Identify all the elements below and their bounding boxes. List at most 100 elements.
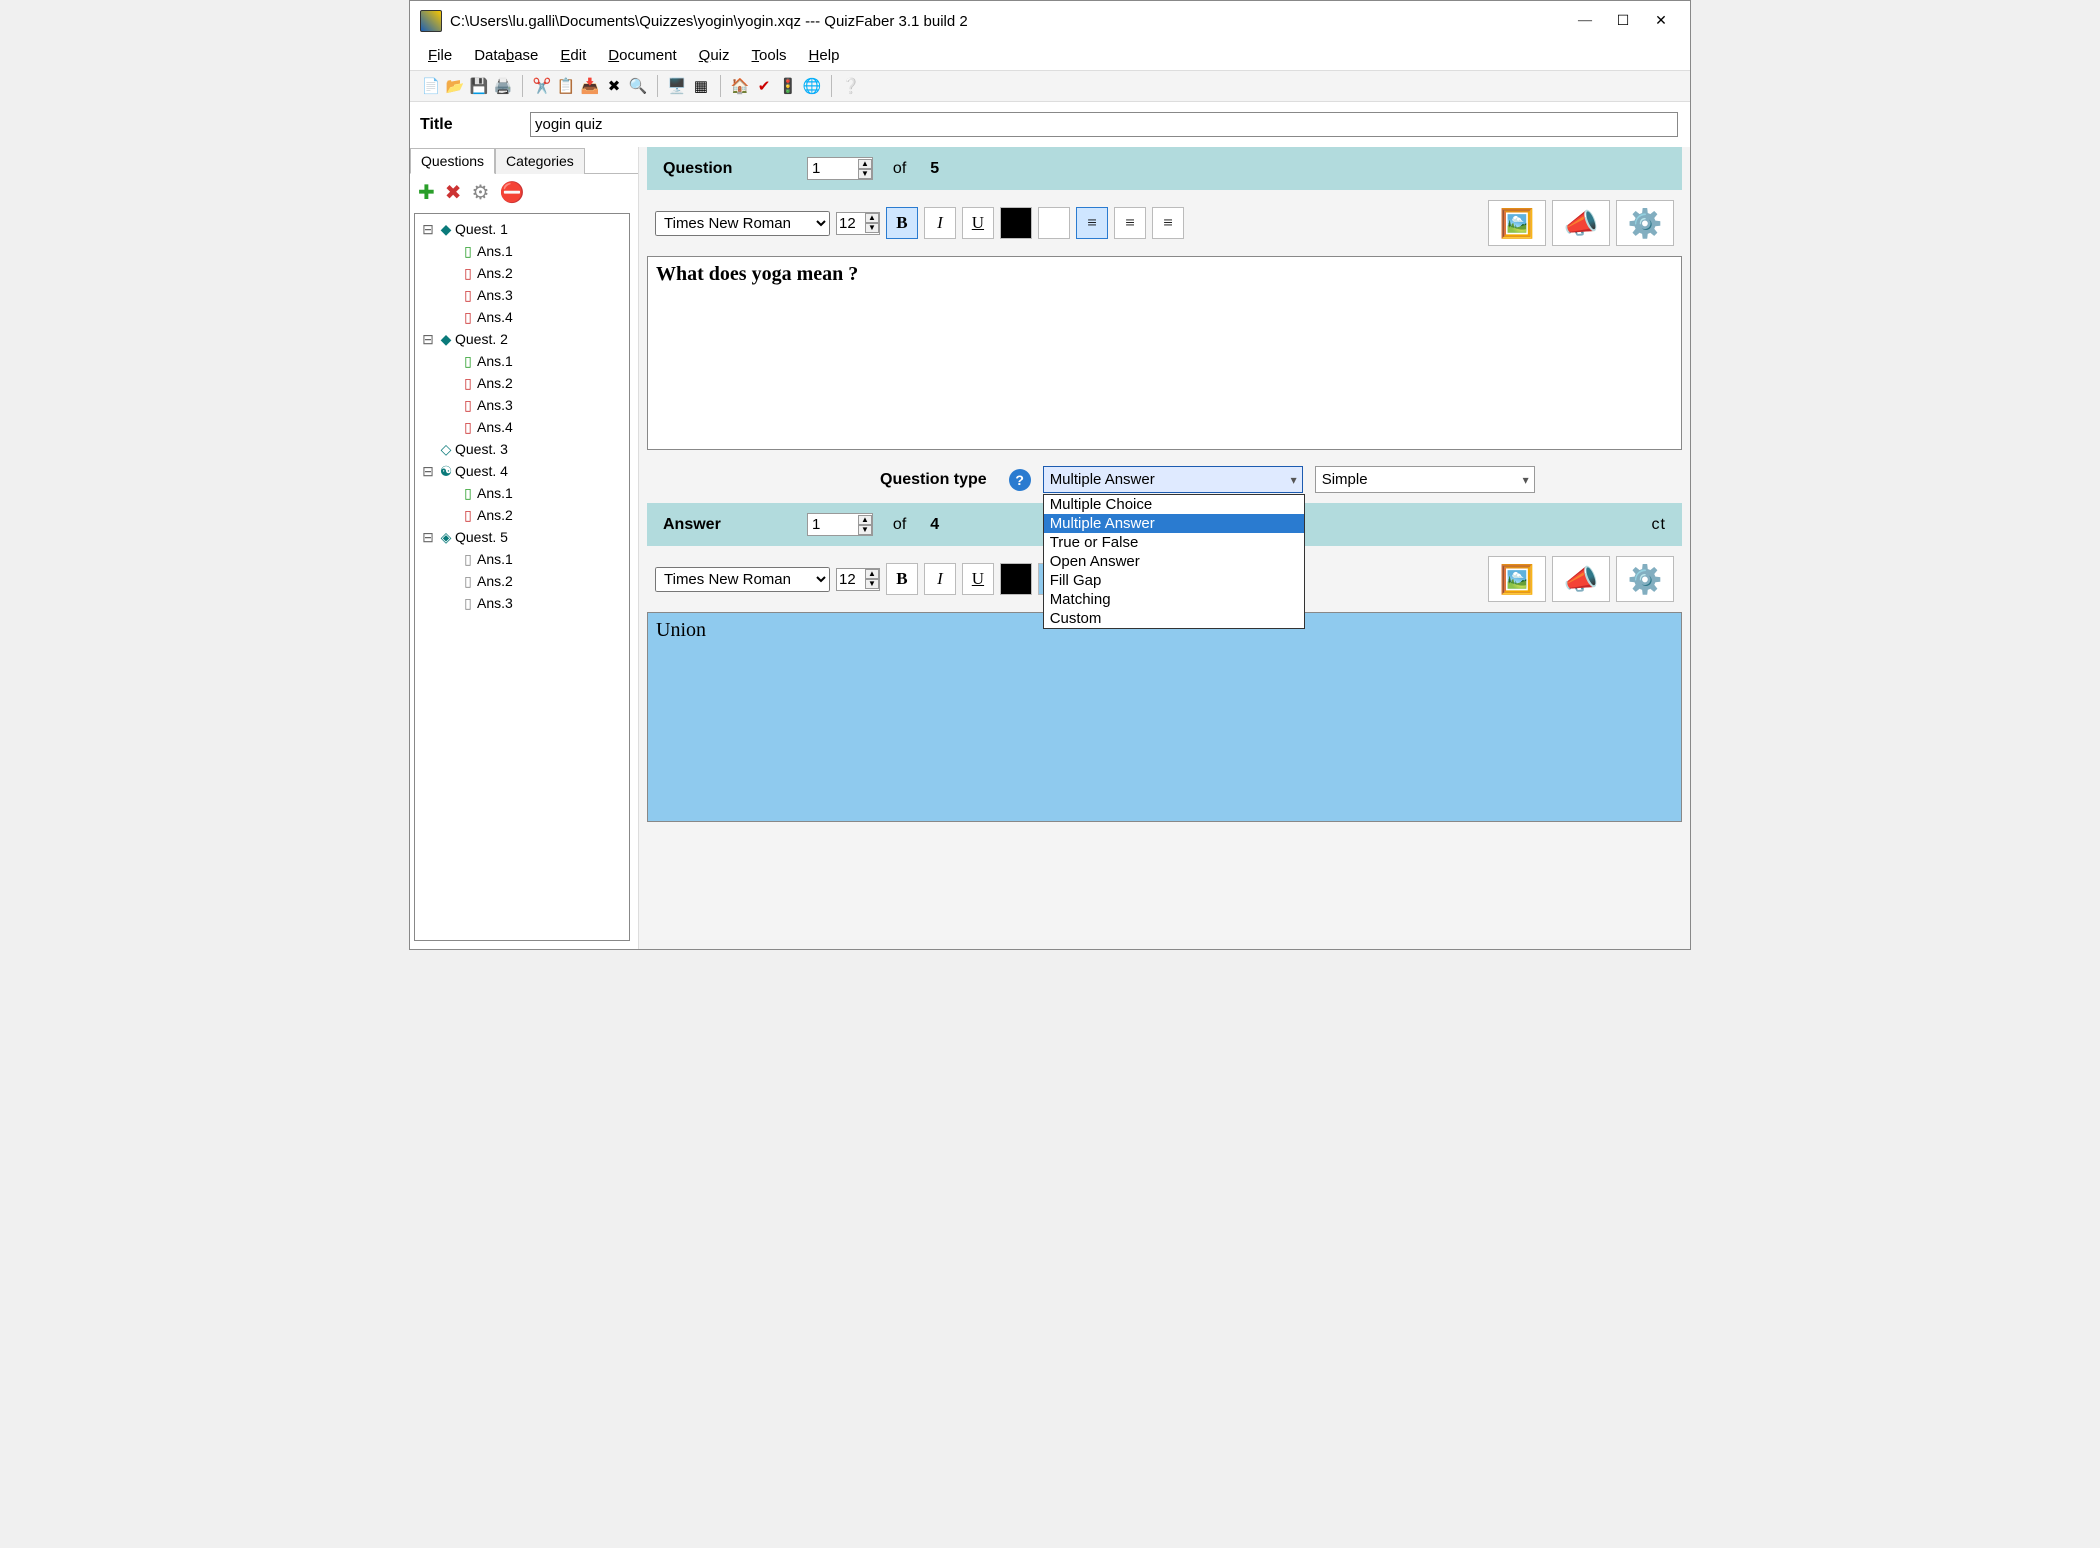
- question-type-option[interactable]: Multiple Answer: [1044, 514, 1304, 533]
- answer-index-spinner[interactable]: ▲▼: [807, 513, 873, 536]
- minimize-button[interactable]: —: [1566, 7, 1604, 35]
- help-icon[interactable]: ❔: [840, 75, 862, 97]
- maximize-button[interactable]: ☐: [1604, 7, 1642, 35]
- tree-question[interactable]: ◇ Quest. 3: [419, 438, 625, 460]
- tree-answer[interactable]: ▯ Ans.3: [419, 592, 625, 614]
- align-right-button[interactable]: ≡: [1152, 207, 1184, 239]
- answer-size-input[interactable]: [837, 569, 865, 590]
- menu-help[interactable]: Help: [809, 47, 840, 64]
- preview-icon[interactable]: 🔍: [627, 75, 649, 97]
- insert-image-button[interactable]: 🖼️: [1488, 200, 1546, 246]
- expand-icon[interactable]: ⊟: [419, 218, 437, 240]
- tree-answer[interactable]: ▯ Ans.4: [419, 306, 625, 328]
- check-icon[interactable]: ✔: [753, 75, 775, 97]
- answer-settings-button[interactable]: ⚙️: [1616, 556, 1674, 602]
- settings-icon[interactable]: ⚙: [472, 180, 490, 205]
- tree-answer[interactable]: ▯ Ans.1: [419, 350, 625, 372]
- question-type-option[interactable]: Fill Gap: [1044, 571, 1304, 590]
- tree-answer[interactable]: ▯ Ans.2: [419, 372, 625, 394]
- tree-question[interactable]: ⊟☯ Quest. 4: [419, 460, 625, 482]
- question-type-option[interactable]: Open Answer: [1044, 552, 1304, 571]
- tree-answer[interactable]: ▯ Ans.1: [419, 240, 625, 262]
- tree-answer[interactable]: ▯ Ans.1: [419, 482, 625, 504]
- open-icon[interactable]: 📂: [444, 75, 466, 97]
- block-icon[interactable]: ⛔: [499, 180, 524, 205]
- tree-answer[interactable]: ▯ Ans.4: [419, 416, 625, 438]
- title-input[interactable]: [530, 112, 1678, 137]
- answer-size-spinner[interactable]: ▲▼: [836, 568, 880, 591]
- answer-editor[interactable]: Union: [647, 612, 1682, 822]
- forecolor-swatch[interactable]: [1000, 207, 1032, 239]
- bold-button[interactable]: B: [886, 207, 918, 239]
- answer-index-input[interactable]: [808, 514, 858, 535]
- question-subtype-combo[interactable]: Simple ▾: [1315, 466, 1535, 493]
- insert-audio-button[interactable]: 📣: [1552, 200, 1610, 246]
- spin-up-icon[interactable]: ▲: [865, 569, 879, 579]
- spin-down-icon[interactable]: ▼: [858, 169, 872, 179]
- tree-answer[interactable]: ▯ Ans.1: [419, 548, 625, 570]
- answer-font-select[interactable]: Times New Roman: [655, 567, 830, 592]
- spin-up-icon[interactable]: ▲: [858, 515, 872, 525]
- menu-document[interactable]: Document: [608, 47, 676, 64]
- expand-icon[interactable]: ⊟: [419, 328, 437, 350]
- question-type-option[interactable]: Matching: [1044, 590, 1304, 609]
- menu-quiz[interactable]: Quiz: [699, 47, 730, 64]
- question-font-select[interactable]: Times New Roman: [655, 211, 830, 236]
- tree-answer[interactable]: ▯ Ans.3: [419, 284, 625, 306]
- question-size-spinner[interactable]: ▲▼: [836, 212, 880, 235]
- tree-answer[interactable]: ▯ Ans.3: [419, 394, 625, 416]
- print-icon[interactable]: 🖨️: [492, 75, 514, 97]
- question-type-option[interactable]: True or False: [1044, 533, 1304, 552]
- question-editor[interactable]: What does yoga mean ?: [647, 256, 1682, 450]
- underline-button[interactable]: U: [962, 563, 994, 595]
- menu-database[interactable]: Database: [474, 47, 538, 64]
- delete-icon[interactable]: ✖: [603, 75, 625, 97]
- menu-tools[interactable]: Tools: [752, 47, 787, 64]
- question-index-input[interactable]: [808, 158, 858, 179]
- insert-audio-button[interactable]: 📣: [1552, 556, 1610, 602]
- monitor-icon[interactable]: 🖥️: [666, 75, 688, 97]
- grid-icon[interactable]: ▦: [690, 75, 712, 97]
- tab-categories[interactable]: Categories: [495, 148, 585, 174]
- new-icon[interactable]: 📄: [420, 75, 442, 97]
- question-type-selected[interactable]: Multiple Answer: [1043, 466, 1303, 493]
- tree-answer[interactable]: ▯ Ans.2: [419, 570, 625, 592]
- add-icon[interactable]: ✚: [418, 180, 435, 205]
- close-button[interactable]: ✕: [1642, 7, 1680, 35]
- properties-icon[interactable]: 🏠: [729, 75, 751, 97]
- italic-button[interactable]: I: [924, 207, 956, 239]
- question-type-option[interactable]: Multiple Choice: [1044, 495, 1304, 514]
- copy-icon[interactable]: 📋: [555, 75, 577, 97]
- question-tree[interactable]: ⊟◆ Quest. 1▯ Ans.1▯ Ans.2▯ Ans.3▯ Ans.4⊟…: [414, 213, 630, 941]
- align-center-button[interactable]: ≡: [1114, 207, 1146, 239]
- spin-up-icon[interactable]: ▲: [858, 159, 872, 169]
- question-settings-button[interactable]: ⚙️: [1616, 200, 1674, 246]
- question-index-spinner[interactable]: ▲▼: [807, 157, 873, 180]
- forecolor-swatch[interactable]: [1000, 563, 1032, 595]
- tree-question[interactable]: ⊟◆ Quest. 2: [419, 328, 625, 350]
- paste-icon[interactable]: 📥: [579, 75, 601, 97]
- help-icon[interactable]: ?: [1009, 469, 1031, 491]
- expand-icon[interactable]: ⊟: [419, 460, 437, 482]
- insert-image-button[interactable]: 🖼️: [1488, 556, 1546, 602]
- remove-icon[interactable]: ✖: [445, 180, 462, 205]
- tab-questions[interactable]: Questions: [410, 148, 495, 174]
- align-left-button[interactable]: ≡: [1076, 207, 1108, 239]
- expand-icon[interactable]: ⊟: [419, 526, 437, 548]
- spin-down-icon[interactable]: ▼: [865, 579, 879, 589]
- spin-down-icon[interactable]: ▼: [865, 223, 879, 233]
- menu-edit[interactable]: Edit: [560, 47, 586, 64]
- tree-question[interactable]: ⊟◈ Quest. 5: [419, 526, 625, 548]
- spin-up-icon[interactable]: ▲: [865, 213, 879, 223]
- traffic-icon[interactable]: 🚦: [777, 75, 799, 97]
- globe-icon[interactable]: 🌐: [801, 75, 823, 97]
- save-icon[interactable]: 💾: [468, 75, 490, 97]
- italic-button[interactable]: I: [924, 563, 956, 595]
- underline-button[interactable]: U: [962, 207, 994, 239]
- question-type-combo[interactable]: Multiple Answer ▾ Multiple ChoiceMultipl…: [1043, 466, 1303, 493]
- bold-button[interactable]: B: [886, 563, 918, 595]
- menu-file[interactable]: File: [428, 47, 452, 64]
- backcolor-swatch[interactable]: [1038, 207, 1070, 239]
- tree-answer[interactable]: ▯ Ans.2: [419, 262, 625, 284]
- spin-down-icon[interactable]: ▼: [858, 525, 872, 535]
